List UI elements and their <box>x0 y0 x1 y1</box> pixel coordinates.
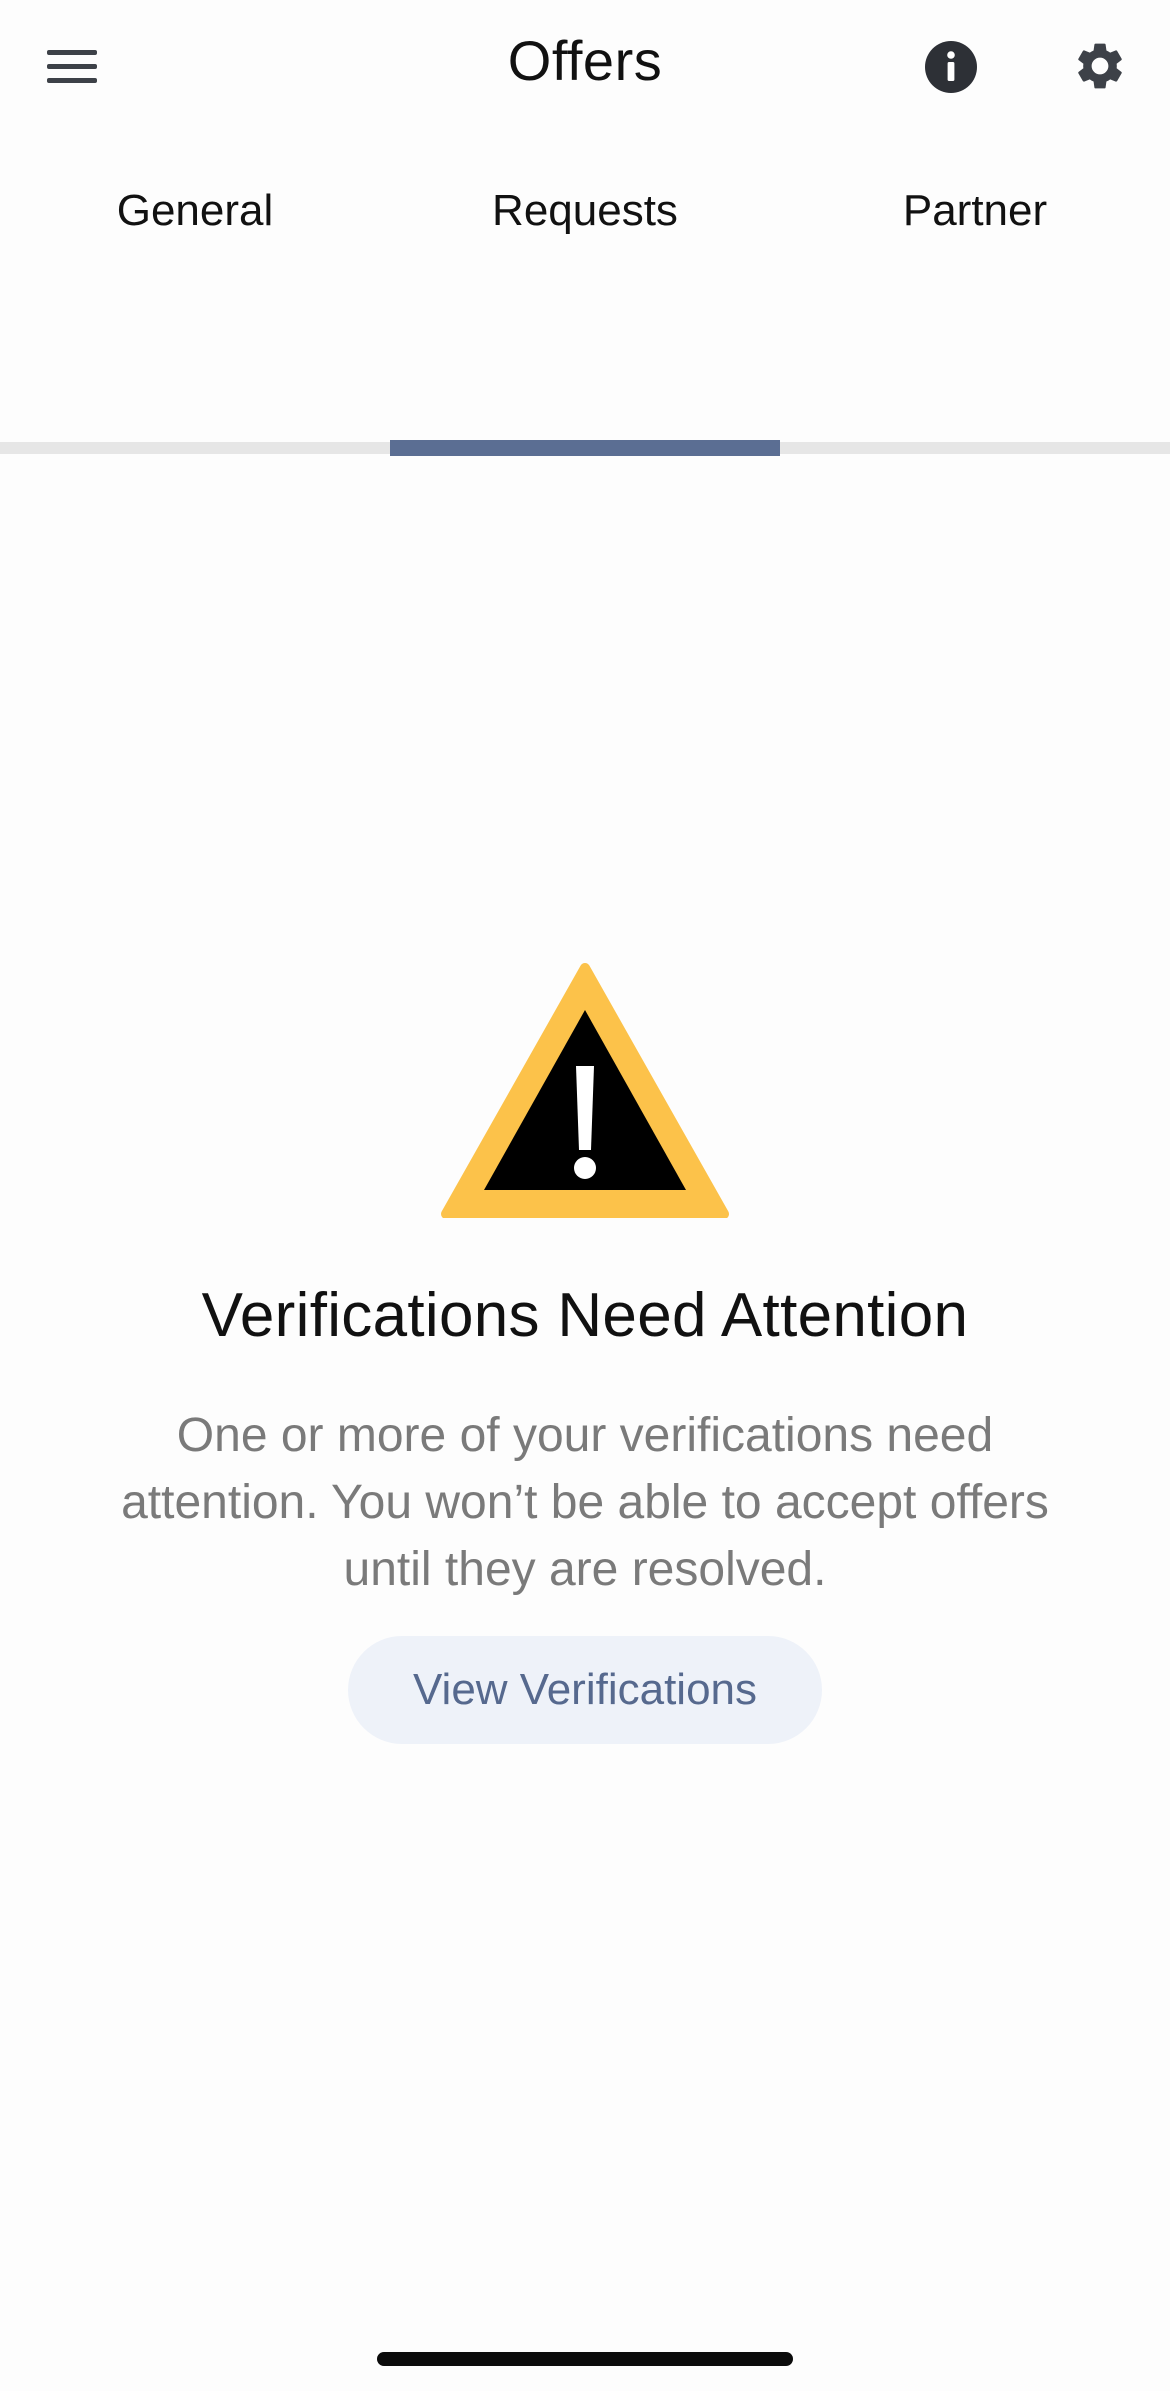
tab-general[interactable]: General <box>0 162 390 294</box>
warning-triangle-icon <box>440 962 730 1219</box>
view-verifications-button[interactable]: View Verifications <box>348 1636 822 1744</box>
offers-screen: Offers General Requests Partner Verifica… <box>0 0 1170 2391</box>
info-icon[interactable] <box>924 40 978 94</box>
tab-bar: General Requests Partner <box>0 162 1170 456</box>
notice-description: One or more of your verifications need a… <box>121 1409 1049 1596</box>
page-title: Offers <box>507 29 663 92</box>
home-indicator <box>377 2352 793 2366</box>
tab-partner[interactable]: Partner <box>780 162 1170 294</box>
tab-requests[interactable]: Requests <box>390 162 780 294</box>
top-app-bar: Offers <box>0 0 1170 130</box>
gear-icon[interactable] <box>1072 38 1128 94</box>
notice-title: Verifications Need Attention <box>201 1281 969 1350</box>
active-tab-indicator <box>390 440 780 456</box>
